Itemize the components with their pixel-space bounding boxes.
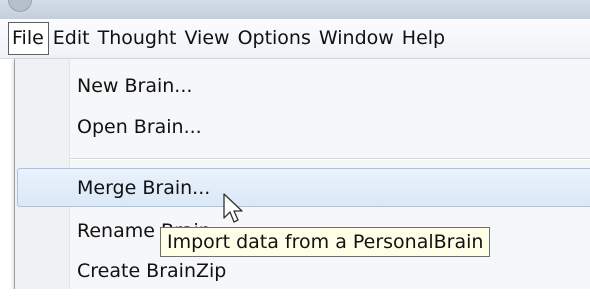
window-orb-icon — [8, 0, 32, 12]
menu-item-open-brain[interactable]: Open Brain... — [77, 115, 202, 139]
menu-edit[interactable]: Edit — [49, 23, 94, 54]
menu-item-create-brainzip[interactable]: Create BrainZip — [77, 259, 226, 283]
menu-thought[interactable]: Thought — [94, 23, 181, 54]
menu-window[interactable]: Window — [315, 23, 398, 54]
menu-help[interactable]: Help — [398, 23, 449, 54]
menu-options[interactable]: Options — [234, 23, 315, 54]
menu-bar: File Edit Thought View Options Window He… — [0, 19, 590, 59]
menu-view[interactable]: View — [180, 23, 233, 54]
menu-item-new-brain[interactable]: New Brain... — [77, 74, 192, 98]
menu-separator — [70, 158, 590, 160]
menu-file[interactable]: File — [8, 22, 49, 55]
window-title-strip — [0, 0, 590, 19]
arrow-cursor-icon — [223, 193, 243, 223]
merge-brain-tooltip: Import data from a PersonalBrain — [160, 227, 491, 257]
menu-item-merge-brain[interactable]: Merge Brain... — [77, 176, 210, 200]
screenshot-bottom-edge — [0, 289, 590, 297]
